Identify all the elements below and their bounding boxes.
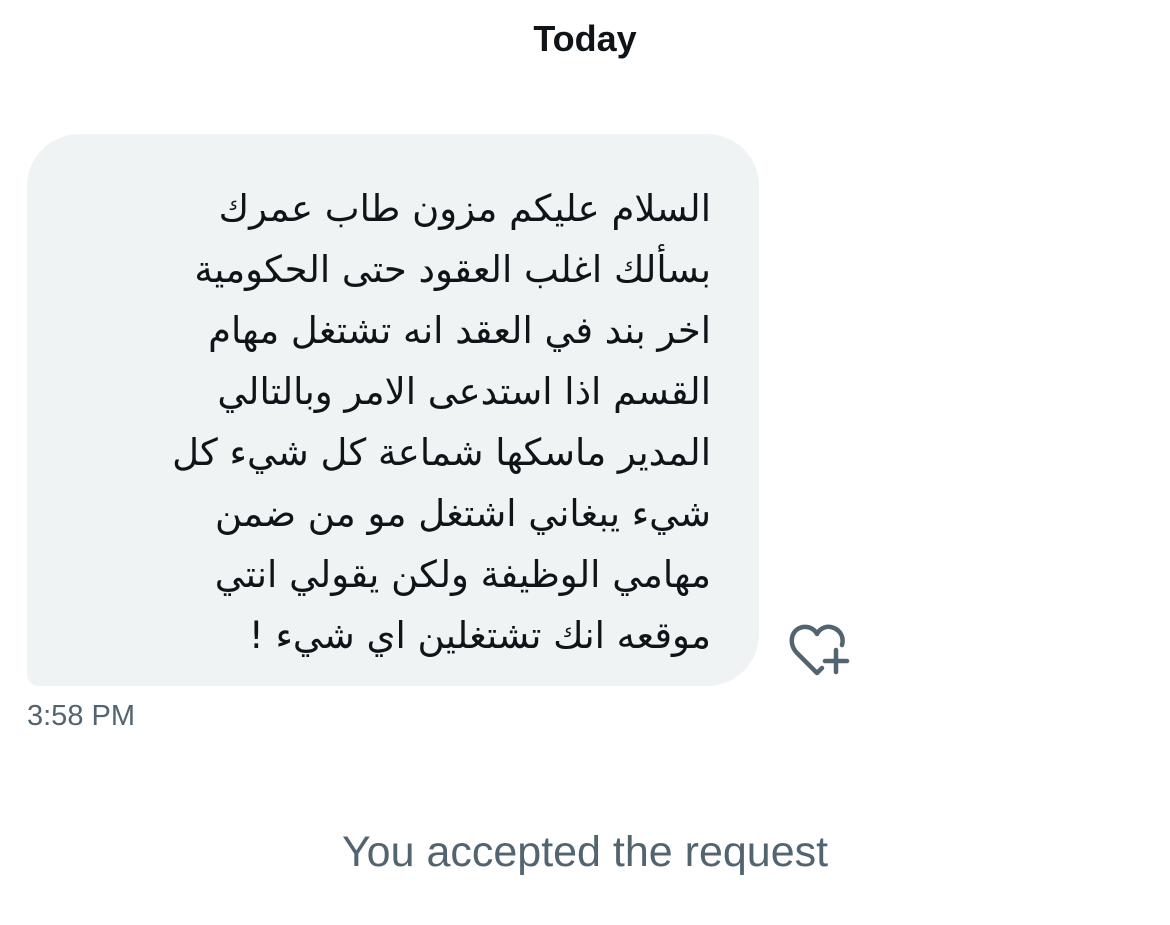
system-message: You accepted the request	[341, 828, 829, 876]
message-bubble[interactable]: السلام عليكم مزون طاب عمرك بسألك اغلب ال…	[27, 134, 759, 686]
heart-plus-icon	[789, 624, 850, 676]
message-text: السلام عليكم مزون طاب عمرك بسألك اغلب ال…	[172, 187, 711, 657]
message-timestamp: 3:58 PM	[27, 700, 135, 732]
add-reaction-button[interactable]	[786, 622, 852, 682]
date-header: Today	[533, 18, 637, 59]
